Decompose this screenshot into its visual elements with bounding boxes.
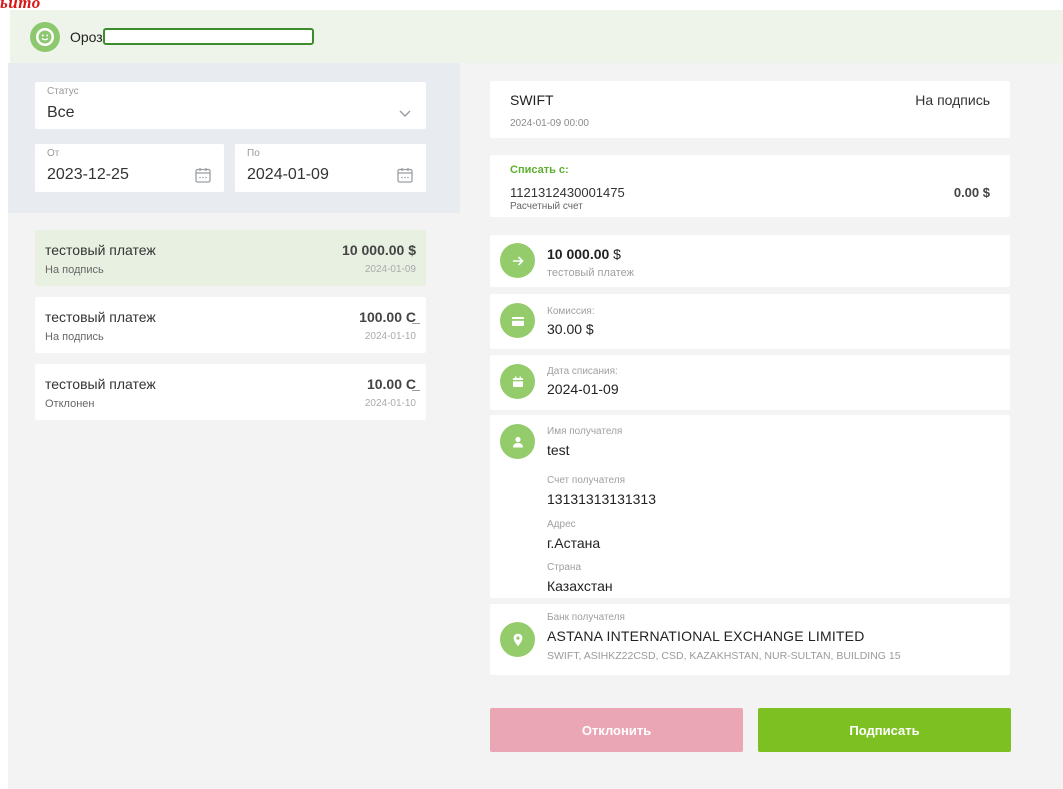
- address-value: г.Астана: [547, 535, 601, 551]
- debit-from-label: Списать с:: [510, 164, 569, 176]
- debit-date-value: 2024-01-09: [547, 381, 619, 397]
- bank-name: ASTANA INTERNATIONAL EXCHANGE LIMITED: [547, 628, 865, 644]
- recipient-account-label: Счет получателя: [547, 475, 625, 486]
- recipient-account-value: 13131313131313: [547, 491, 657, 507]
- user-avatar-icon[interactable]: [30, 21, 60, 52]
- date-from-label: От: [47, 148, 60, 159]
- payment-list-item[interactable]: тестовый платеж 10 000.00 $ На подпись 2…: [35, 230, 426, 286]
- debit-account-type: Расчетный счет: [510, 201, 583, 212]
- amount-card: 10 000.00 $ тестовый платеж: [490, 235, 1010, 287]
- status-select[interactable]: Статус Все: [35, 82, 426, 129]
- payment-list-item[interactable]: тестовый платеж 10.00 С̲ Отклонен 2024-0…: [35, 364, 426, 420]
- commission-label: Комиссия:: [547, 306, 595, 317]
- date-from-value: 2023-12-25: [47, 166, 129, 183]
- recipient-card: Имя получателя test Счет получателя 1313…: [490, 415, 1010, 598]
- debit-date-label: Дата списания:: [547, 366, 618, 377]
- bank-label: Банк получателя: [547, 612, 625, 623]
- payment-amount: 10.00 С̲: [366, 376, 416, 392]
- payment-status-badge: На подпись: [915, 92, 990, 108]
- payment-status: Отклонен: [45, 398, 95, 410]
- payment-date: 2024-01-10: [364, 398, 416, 409]
- recipient-name-label: Имя получателя: [547, 426, 623, 437]
- arrow-right-icon: [500, 243, 535, 278]
- location-pin-icon: [500, 622, 535, 657]
- payment-name: тестовый платеж: [45, 376, 156, 392]
- payment-detail-panel: SWIFT 2024-01-09 00:00 На подпись Списат…: [460, 63, 1063, 789]
- payment-date: 2024-01-09: [364, 264, 416, 275]
- payment-amount-display: 10 000.00 $: [547, 246, 621, 262]
- payment-list-item[interactable]: тестовый платеж 100.00 С̲ На подпись 202…: [35, 297, 426, 353]
- payment-status: На подпись: [45, 264, 104, 276]
- payment-type: SWIFT: [510, 92, 554, 108]
- calendar-icon[interactable]: [194, 166, 212, 184]
- user-name: Ороз: [70, 28, 103, 45]
- payment-name: тестовый платеж: [45, 242, 156, 258]
- payment-status: На подпись: [45, 331, 104, 343]
- payment-amount-value: 10 000.00: [547, 246, 610, 262]
- bank-card: Банк получателя ASTANA INTERNATIONAL EXC…: [490, 604, 1010, 675]
- commission-value: 30.00 $: [547, 321, 594, 337]
- top-bar: Ороз: [10, 10, 1063, 63]
- payment-purpose: тестовый платеж: [547, 267, 635, 279]
- commission-card: Комиссия: 30.00 $: [490, 294, 1010, 349]
- payment-header-card: SWIFT 2024-01-09 00:00 На подпись: [490, 81, 1010, 138]
- debit-date-card: Дата списания: 2024-01-09: [490, 355, 1010, 410]
- sign-button[interactable]: Подписать: [758, 708, 1011, 752]
- redacted-name-box: [102, 28, 314, 45]
- reject-button[interactable]: Отклонить: [490, 708, 743, 752]
- date-from-field[interactable]: От 2023-12-25: [35, 144, 224, 192]
- payments-list-panel: Статус Все От 2023-12-25 По 2024-01-09 т…: [8, 63, 460, 789]
- debit-account-card: Списать с: 1121312430001475 Расчетный сч…: [490, 155, 1010, 217]
- person-icon: [500, 424, 535, 459]
- calendar-icon: [500, 364, 535, 399]
- address-label: Адрес: [547, 519, 576, 530]
- card-icon: [500, 303, 535, 338]
- chevron-down-icon[interactable]: [396, 104, 414, 122]
- date-to-value: 2024-01-09: [247, 166, 329, 183]
- payment-datetime: 2024-01-09 00:00: [510, 118, 589, 129]
- country-label: Страна: [547, 562, 582, 573]
- recipient-name-value: test: [547, 442, 570, 458]
- filters-panel: Статус Все От 2023-12-25 По 2024-01-09: [8, 63, 460, 213]
- payment-amount: 100.00 С̲: [359, 309, 416, 325]
- payment-amount: 10 000.00 $: [342, 242, 416, 258]
- calendar-icon[interactable]: [396, 166, 414, 184]
- status-value: Все: [47, 104, 75, 121]
- debit-account-number: 1121312430001475: [510, 185, 625, 200]
- country-value: Казахстан: [547, 578, 613, 594]
- status-label: Статус: [47, 86, 79, 97]
- debit-account-balance: 0.00 $: [953, 185, 990, 200]
- bank-details: SWIFT, ASIHKZ22CSD, CSD, KAZAKHSTAN, NUR…: [547, 650, 901, 662]
- payment-date: 2024-01-10: [364, 331, 416, 342]
- payment-amount-currency: $: [609, 246, 621, 262]
- date-to-label: По: [247, 148, 260, 159]
- date-to-field[interactable]: По 2024-01-09: [235, 144, 426, 192]
- payment-name: тестовый платеж: [45, 309, 156, 325]
